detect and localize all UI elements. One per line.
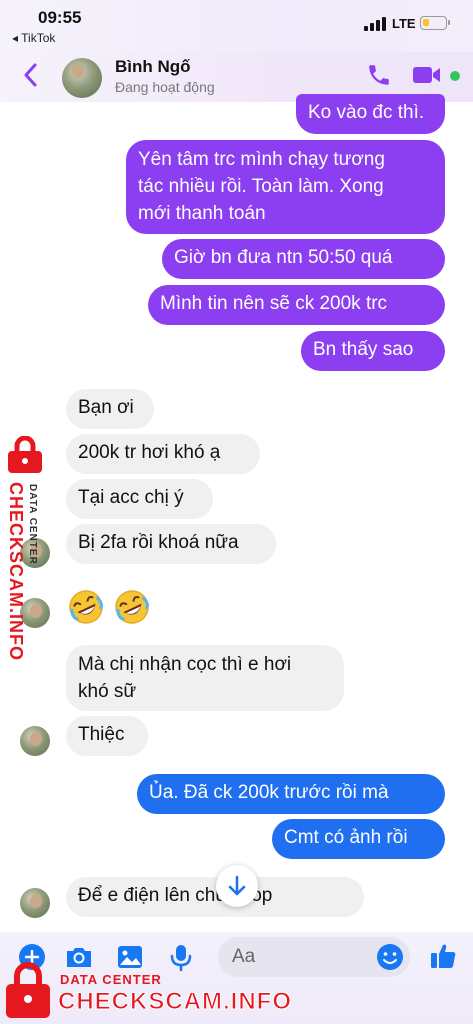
emoji-icon[interactable] (375, 942, 405, 972)
contact-avatar-small[interactable] (20, 888, 50, 918)
message-incoming[interactable]: Tại acc chị ý (66, 479, 213, 519)
lock-logo-icon (8, 436, 42, 473)
message-outgoing[interactable]: Giờ bn đưa ntn 50:50 quá (162, 239, 445, 279)
message-outgoing[interactable]: Ko vào đc thì. (296, 94, 445, 134)
message-incoming[interactable]: Để e điện lên chủ shop (66, 877, 364, 917)
message-outgoing[interactable]: Bn thấy sao (301, 331, 445, 371)
watermark-tag-vertical: DATA CENTER (27, 484, 38, 565)
lock-logo-icon (6, 962, 50, 1018)
watermark-bottom: DATA CENTER CHECKSCAM.INFO (0, 960, 300, 1024)
watermark-brand: CHECKSCAM.INFO (58, 988, 292, 1016)
contact-avatar[interactable] (62, 58, 102, 98)
phone-call-icon[interactable] (366, 62, 392, 88)
network-type: LTE (392, 16, 416, 31)
message-incoming[interactable]: 200k tr hơi khó ạ (66, 434, 260, 474)
contact-status: Đang hoạt động (115, 79, 215, 95)
watermark-side: CHECKSCAM.INFO DATA CENTER (0, 436, 52, 676)
watermark-brand-vertical: CHECKSCAM.INFO (6, 482, 26, 661)
video-call-icon[interactable] (412, 65, 442, 85)
message-incoming[interactable]: Bị 2fa rồi khoá nữa (66, 524, 276, 564)
message-incoming[interactable]: Thiệc (66, 716, 148, 756)
arrow-down-icon (228, 875, 246, 896)
rolling-on-floor-laughing-icon (115, 590, 149, 624)
scroll-to-bottom-button[interactable] (216, 865, 258, 907)
status-bar: 09:55 ◂ TikTok LTE (0, 0, 473, 52)
clock: 09:55 (38, 8, 82, 27)
active-status-dot (450, 71, 460, 81)
message-incoming[interactable]: Mà chị nhận cọc thì e hơi khó sữ (66, 645, 344, 711)
message-outgoing[interactable]: Cmt có ảnh rồi (272, 819, 445, 859)
back-chevron-icon[interactable] (18, 60, 44, 90)
thumbs-up-icon[interactable] (428, 941, 458, 971)
message-incoming[interactable]: Bạn ơi (66, 389, 154, 429)
contact-name[interactable]: Bình Ngố (115, 57, 191, 77)
message-list[interactable]: Ko vào đc thì. Yên tâm trc mình chạy tươ… (0, 94, 473, 932)
contact-avatar-small[interactable] (20, 726, 50, 756)
message-outgoing[interactable]: Yên tâm trc mình chạy tương tác nhiều rồ… (126, 140, 445, 234)
rolling-on-floor-laughing-icon (69, 590, 103, 624)
battery-level (423, 19, 429, 26)
messenger-chat-screen: 09:55 ◂ TikTok LTE Bình Ngố Đang hoạt độ… (0, 0, 473, 1024)
watermark-tag: DATA CENTER (60, 972, 162, 987)
back-to-app-link[interactable]: ◂ TikTok (12, 31, 55, 45)
signal-icon (364, 17, 386, 31)
message-outgoing[interactable]: Ủa. Đã ck 200k trước rồi mà (137, 774, 445, 814)
battery-icon (420, 16, 450, 30)
message-outgoing[interactable]: Mình tin nên sẽ ck 200k trc (148, 285, 445, 325)
message-incoming-emoji[interactable] (66, 587, 152, 627)
